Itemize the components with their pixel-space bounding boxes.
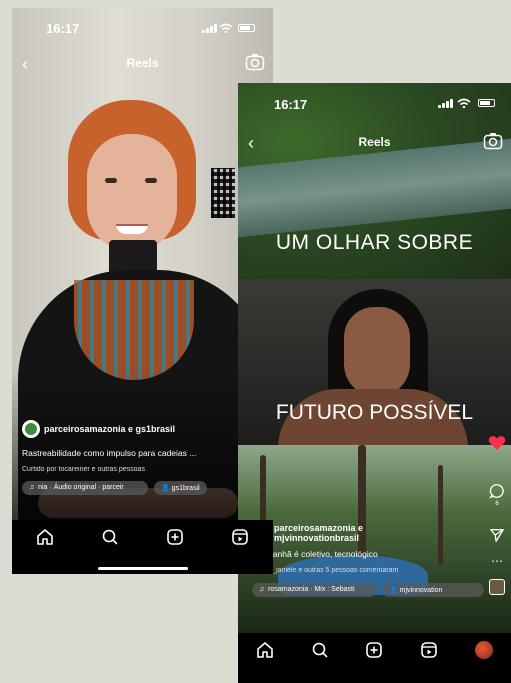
eye	[145, 178, 157, 183]
camera-icon[interactable]	[245, 53, 265, 71]
signal-icon	[202, 24, 217, 33]
home-icon[interactable]	[36, 528, 54, 546]
eye	[105, 178, 117, 183]
audio-pill[interactable]: ♫ nia · Áudio original · parceir	[22, 481, 148, 495]
home-icon[interactable]	[256, 641, 274, 659]
video-title-middle: FUTURO POSSÍVEL	[275, 401, 474, 424]
post-pills: ♫ nia · Áudio original · parceir 👤 gs1br…	[22, 481, 263, 495]
profile-icon[interactable]	[474, 641, 493, 659]
smile	[116, 224, 148, 234]
presenter-face	[87, 134, 177, 252]
comment-count: 6	[495, 501, 499, 507]
post-description[interactable]: Rastreabilidade como impulso para cadeia…	[22, 448, 263, 458]
home-indicator	[97, 567, 188, 570]
share-icon[interactable]	[489, 527, 505, 543]
post-author[interactable]: parceirosamazonia e gs1brasil	[22, 420, 263, 438]
audio-text: nia · Áudio original · parceir	[38, 484, 124, 491]
user-icon: 👤	[161, 485, 170, 492]
bottom-nav	[12, 520, 273, 574]
post-author[interactable]: parceirosamazonia e mjvinnovationbrasil	[252, 523, 485, 543]
search-icon[interactable]	[311, 641, 329, 659]
status-bar: 16:17	[12, 8, 273, 44]
post-description[interactable]: O amanhã é coletivo, tecnológico	[252, 549, 485, 559]
reels-icon[interactable]	[231, 528, 249, 546]
liked-by-text[interactable]: Curtido por tocareiner e outras pessoas	[22, 466, 263, 473]
reels-icon[interactable]	[420, 641, 438, 659]
audio-pill[interactable]: ♫ rosamazonia · Mix : Sebasti	[252, 583, 376, 597]
user-icon: 👤	[389, 587, 398, 594]
page-title: Reels	[126, 56, 159, 70]
tagged-user: mjvinnovation	[399, 587, 443, 594]
author-names[interactable]: parceirosamazonia e gs1brasil	[44, 424, 175, 434]
reels-screen-right: UM OLHAR SOBRE FUTURO POSSÍVEL 16:17 ‹ R…	[238, 83, 511, 683]
wifi-icon	[219, 23, 233, 33]
comment-icon[interactable]	[489, 483, 505, 499]
comments-text[interactable]: janiele_janiele e outras 5 pessoas comen…	[252, 567, 485, 574]
bottom-nav	[238, 633, 511, 683]
tagged-user: gs1brasil	[171, 485, 200, 492]
author-line-2: mjvinnovationbrasil	[274, 533, 360, 543]
status-time: 16:17	[46, 21, 80, 36]
create-icon[interactable]	[166, 528, 184, 546]
audio-thumbnail[interactable]	[489, 579, 505, 595]
author-names[interactable]: parceirosamazonia e mjvinnovationbrasil	[274, 523, 363, 543]
camera-icon[interactable]	[483, 132, 503, 150]
post-caption: parceirosamazonia e gs1brasil Rastreabil…	[12, 420, 273, 495]
reels-header: ‹ Reels	[238, 131, 511, 155]
tagged-user-pill[interactable]: 👤 gs1brasil	[154, 481, 207, 495]
post-pills: ♫ rosamazonia · Mix : Sebasti 👤 mjvinnov…	[252, 583, 485, 597]
signal-icon	[438, 99, 453, 108]
wifi-icon	[457, 98, 471, 108]
status-bar: 16:17	[238, 83, 511, 119]
avatar[interactable]	[22, 420, 40, 438]
qr-code-background	[211, 168, 235, 218]
battery-icon	[238, 24, 255, 32]
search-icon[interactable]	[101, 528, 119, 546]
reel-actions: 6 ⋯	[487, 435, 507, 595]
page-title: Reels	[358, 135, 391, 149]
reels-header: ‹ Reels	[12, 52, 273, 76]
audio-text: rosamazonia · Mix : Sebasti	[268, 586, 355, 593]
create-icon[interactable]	[365, 641, 383, 659]
tagged-user-pill[interactable]: 👤 mjvinnovation	[382, 583, 484, 597]
reels-screen-left: 16:17 ‹ Reels parceirosamazonia e gs1bra…	[12, 8, 273, 574]
battery-icon	[478, 99, 495, 107]
heart-icon[interactable]	[488, 435, 506, 451]
author-line-1: parceirosamazonia e	[274, 523, 364, 533]
video-title-top: UM OLHAR SOBRE	[275, 231, 474, 254]
portrait-face	[344, 307, 410, 397]
status-time: 16:17	[274, 97, 308, 112]
more-icon[interactable]: ⋯	[491, 555, 503, 567]
post-caption: parceirosamazonia e mjvinnovationbrasil …	[252, 523, 485, 597]
